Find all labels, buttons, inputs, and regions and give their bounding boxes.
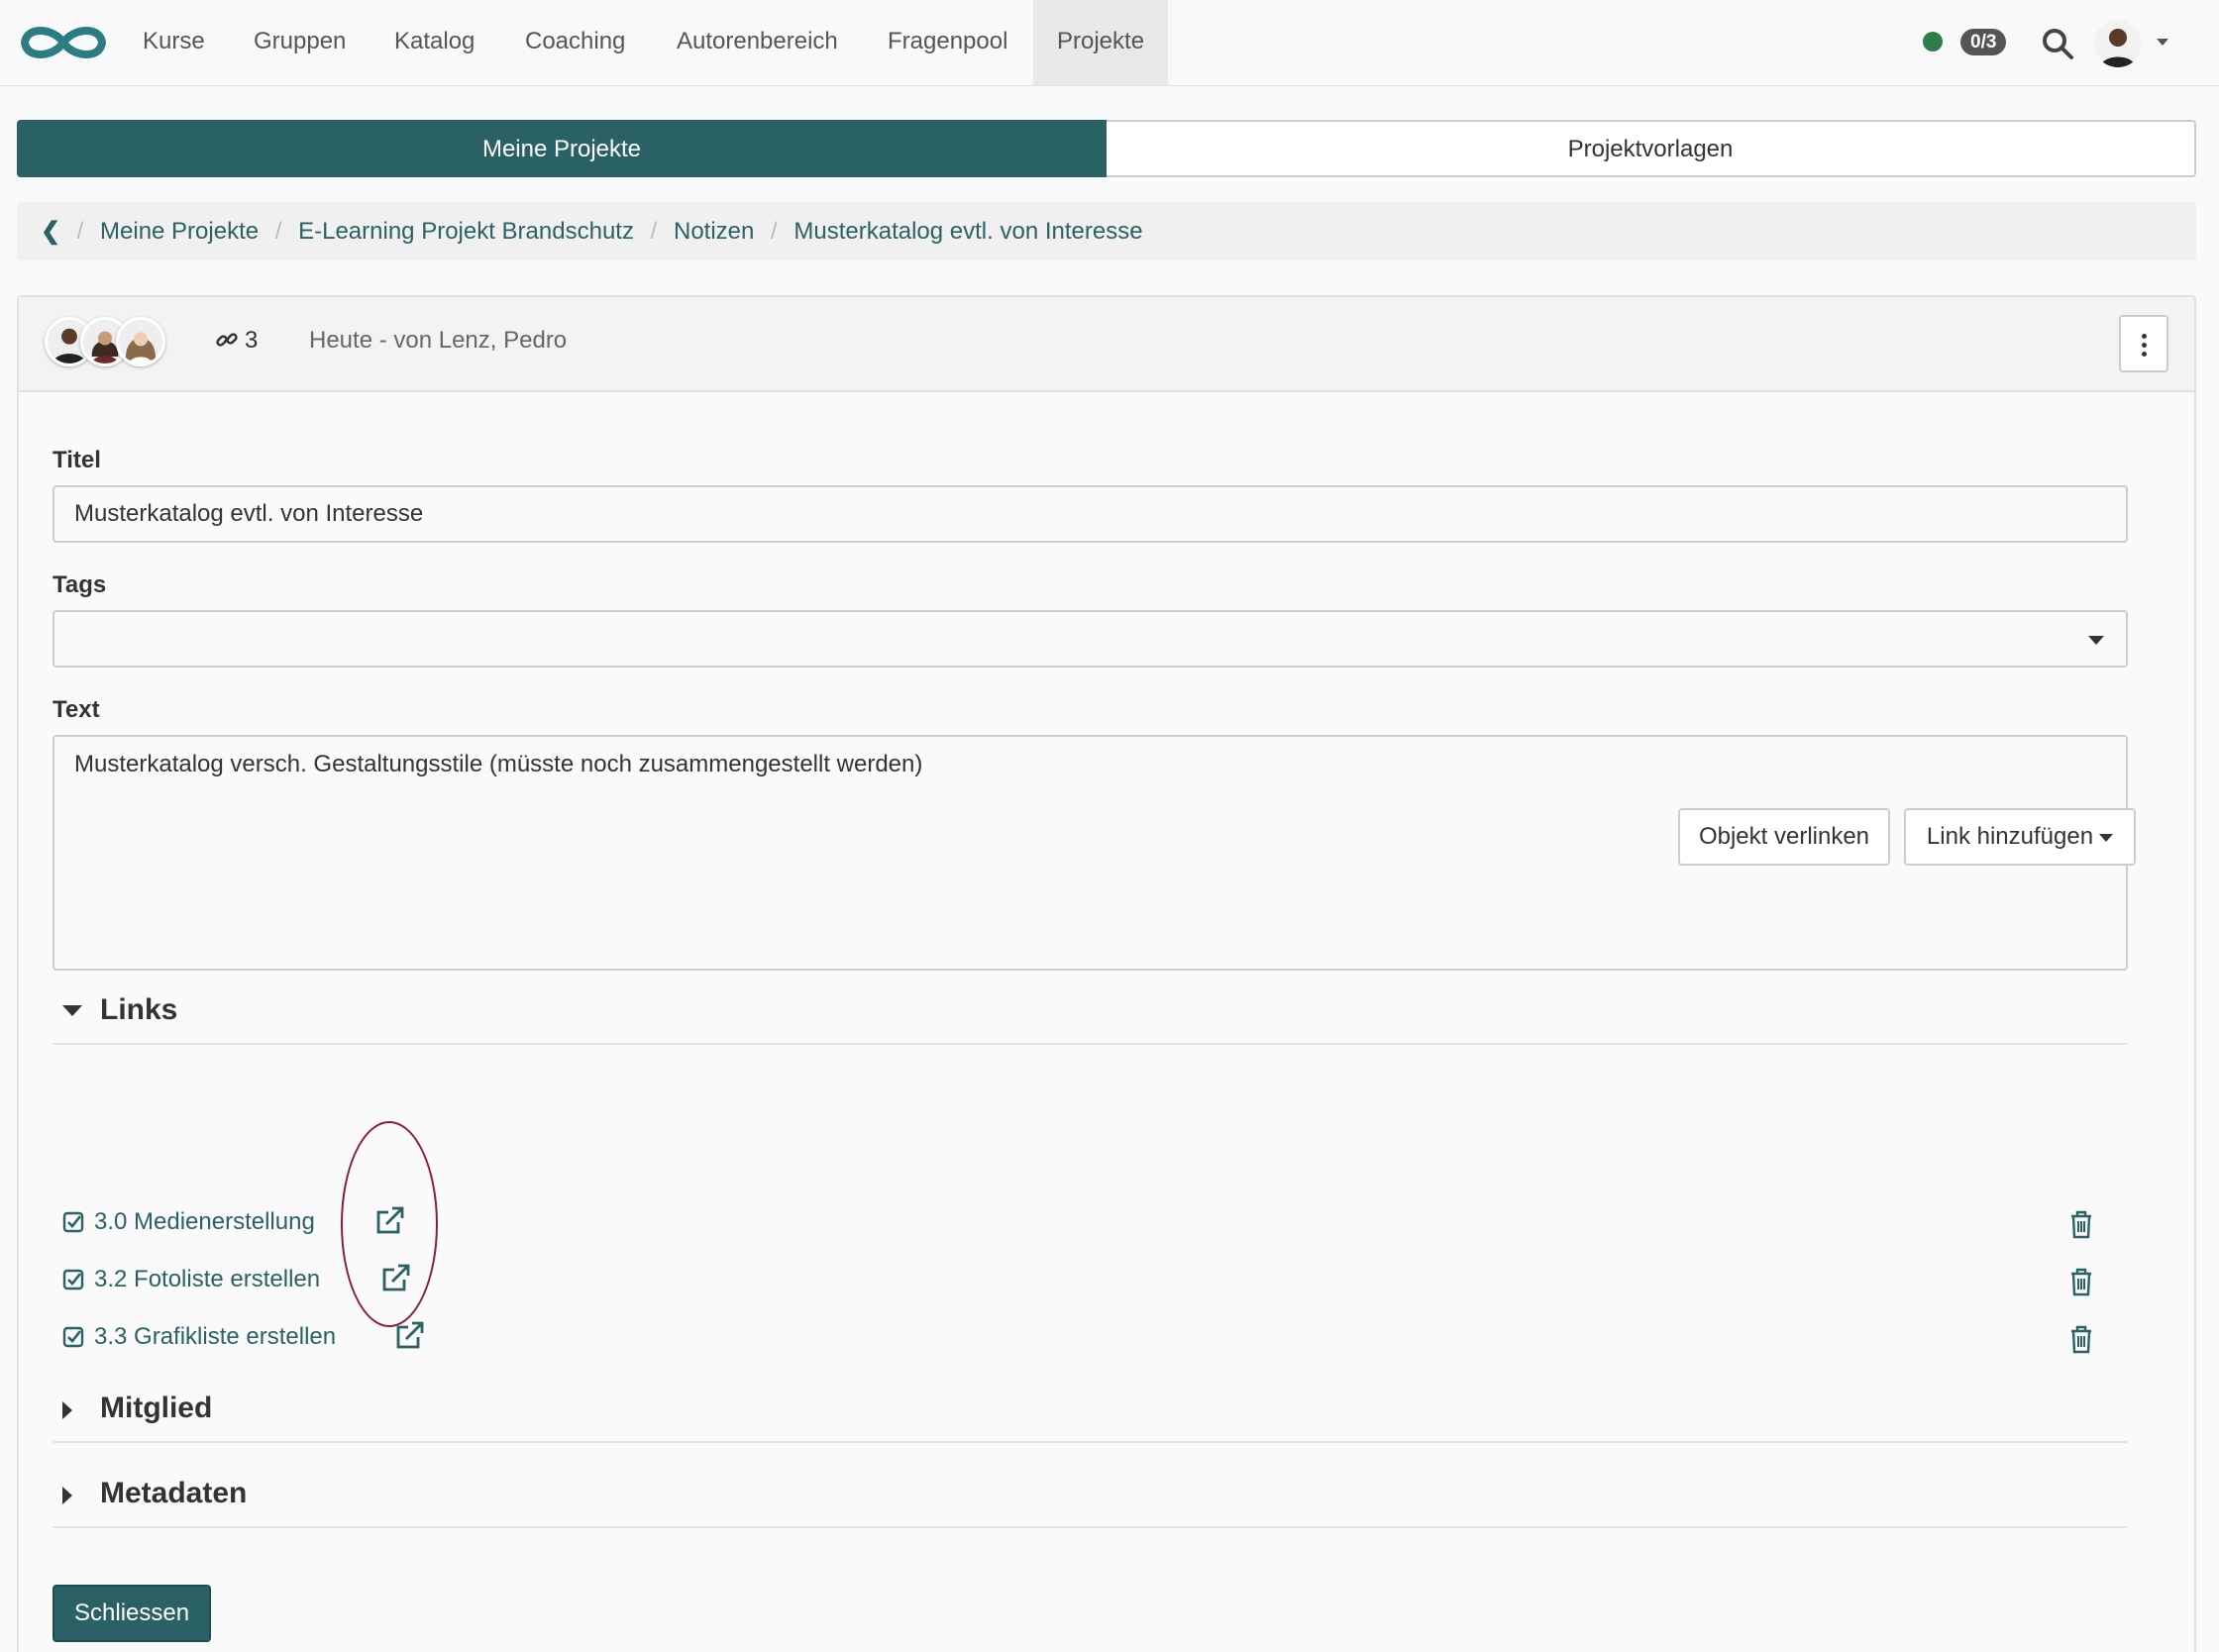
breadcrumb-item-project[interactable]: E-Learning Projekt Brandschutz [298, 218, 634, 245]
breadcrumb-separator: / [771, 218, 778, 245]
checkbox-checked-icon [62, 1269, 84, 1291]
user-menu-caret-icon[interactable] [2157, 39, 2168, 46]
close-button[interactable]: Schliessen [53, 1585, 212, 1642]
checkbox-checked-icon [62, 1211, 84, 1233]
highlight-annotation [341, 1121, 438, 1327]
nav-item-coaching[interactable]: Coaching [501, 0, 649, 85]
note-meta: Heute - von Lenz, Pedro [309, 327, 568, 354]
add-link-button-label: Link hinzufügen [1926, 823, 2094, 850]
top-navigation: Kurse Gruppen Katalog Coaching Autorenbe… [0, 0, 2219, 86]
logo-icon[interactable] [19, 20, 108, 65]
member-section-title: Mitglied [100, 1392, 213, 1424]
metadata-section-title: Metadaten [100, 1477, 248, 1509]
text-label: Text [53, 696, 100, 723]
links-section-header[interactable]: Links [53, 985, 2128, 1045]
linked-item-link[interactable]: 3.2 Fotoliste erstellen [94, 1266, 320, 1293]
online-status-icon [1923, 32, 1943, 52]
linked-item-link[interactable]: 3.3 Grafikliste erstellen [94, 1323, 336, 1351]
tab-project-templates[interactable]: Projektvorlagen [1107, 120, 2196, 177]
links-section-title: Links [100, 993, 178, 1026]
caret-right-icon [62, 1401, 72, 1419]
breadcrumb-item-notes[interactable]: Notizen [674, 218, 754, 245]
trash-icon[interactable] [2068, 1209, 2094, 1239]
status-badge[interactable]: 0/3 [1960, 29, 2007, 55]
member-avatar[interactable] [116, 317, 165, 366]
breadcrumb-item-current-note[interactable]: Musterkatalog evtl. von Interesse [793, 218, 1142, 245]
back-chevron-icon[interactable]: ❮ [41, 202, 60, 260]
user-avatar-icon [2094, 20, 2142, 67]
link-icon [216, 333, 238, 347]
more-options-button[interactable] [2119, 315, 2168, 372]
title-input[interactable] [53, 485, 2128, 543]
caret-down-icon [2099, 833, 2114, 842]
breadcrumb-separator: / [76, 218, 84, 245]
tags-dropdown-icon [2088, 636, 2104, 645]
note-header: 3 Heute - von Lenz, Pedro [19, 297, 2194, 392]
nav-item-katalog[interactable]: Katalog [370, 0, 498, 85]
member-avatar-icon [119, 320, 162, 363]
linked-item-link[interactable]: 3.0 Medienerstellung [94, 1208, 315, 1236]
caret-right-icon [62, 1487, 72, 1504]
title-label: Titel [53, 447, 101, 473]
breadcrumb: ❮ / Meine Projekte / E-Learning Projekt … [17, 202, 2196, 260]
link-count: 3 [245, 327, 259, 354]
tab-my-projects[interactable]: Meine Projekte [17, 120, 1107, 177]
tags-select[interactable] [53, 610, 2128, 668]
add-link-button[interactable]: Link hinzufügen [1904, 808, 2136, 866]
nav-item-autorenbereich[interactable]: Autorenbereich [653, 0, 862, 85]
nav-item-kurse[interactable]: Kurse [119, 0, 229, 85]
checkbox-checked-icon [62, 1326, 84, 1348]
tags-label: Tags [53, 571, 107, 598]
trash-icon[interactable] [2068, 1324, 2094, 1354]
breadcrumb-separator: / [650, 218, 658, 245]
search-icon[interactable] [2041, 27, 2074, 60]
nav-item-gruppen[interactable]: Gruppen [230, 0, 370, 85]
breadcrumb-item-my-projects[interactable]: Meine Projekte [100, 218, 259, 245]
member-section-header[interactable]: Mitglied [53, 1384, 2128, 1443]
breadcrumb-separator: / [274, 218, 282, 245]
metadata-section-header[interactable]: Metadaten [53, 1469, 2128, 1528]
nav-item-projekte[interactable]: Projekte [1033, 0, 1169, 85]
nav-item-fragenpool[interactable]: Fragenpool [864, 0, 1031, 85]
link-object-button[interactable]: Objekt verlinken [1678, 808, 1890, 866]
user-avatar[interactable] [2094, 20, 2142, 67]
trash-icon[interactable] [2068, 1267, 2094, 1296]
caret-down-icon [62, 1005, 82, 1016]
